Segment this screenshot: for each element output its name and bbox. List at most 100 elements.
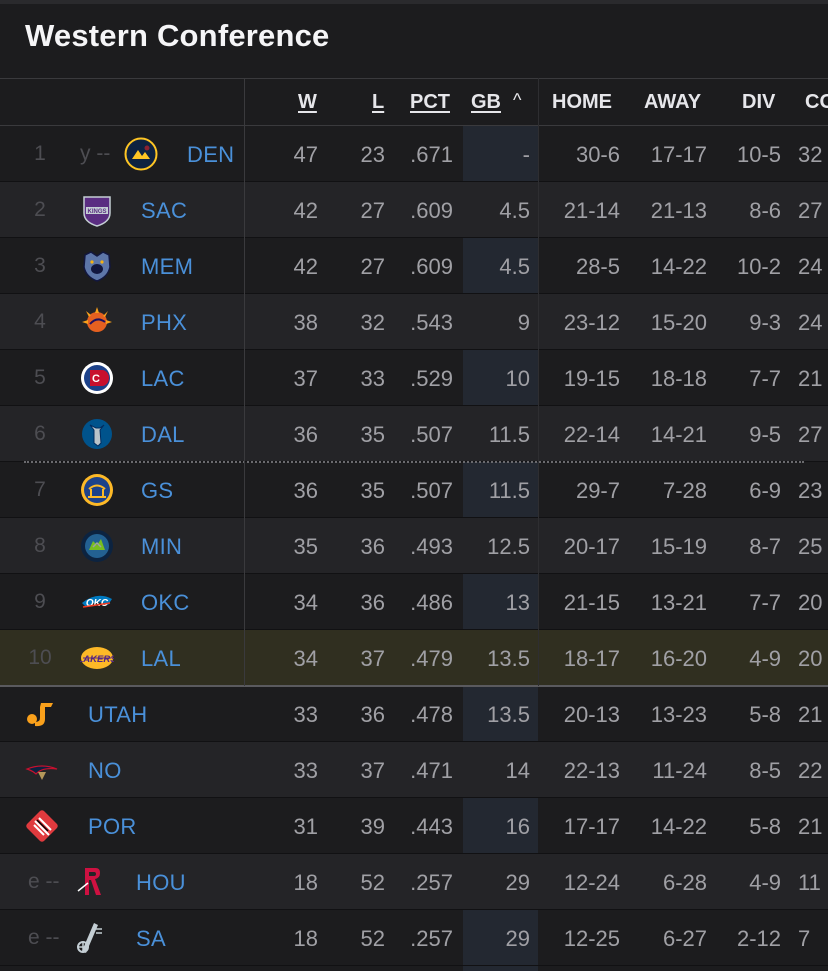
gb-cell: 11.5 [488,478,530,503]
page-title: Western Conference [25,18,330,53]
play-in-cutoff-line [0,685,828,687]
table-row[interactable]: 5 C LAC 37 33 .529 10 19-15 18-18 7-7 21 [0,350,828,406]
column-header-conf[interactable]: CO [805,91,828,114]
table-row[interactable]: e -- HOU 18 52 .257 29 12-24 6-28 4-9 11 [0,854,828,910]
losses-cell: 33 [360,366,385,391]
table-row[interactable]: 6 DAL 36 35 .507 11.5 22-14 14-21 9-5 27 [0,406,828,462]
kings-logo: KINGS [80,193,114,227]
gb-cell: 29 [505,870,530,895]
team-link[interactable]: SA [136,926,166,952]
home-record-cell: 12-25 [563,926,620,951]
column-header-div[interactable]: DIV [742,91,775,114]
column-header-gb[interactable]: GB [471,91,501,114]
home-record-cell: 18-17 [563,646,620,671]
wins-cell: 42 [293,198,318,223]
team-rank: 5 [34,366,46,389]
division-record-cell: 2-12 [736,926,781,951]
wins-cell: 34 [293,590,318,615]
home-record-cell: 22-13 [563,758,620,783]
table-row[interactable]: 7 GS 36 35 .507 11.5 29-7 7-28 6-9 23 [0,462,828,518]
losses-cell: 23 [360,142,385,167]
team-rank: 6 [34,422,46,445]
team-link[interactable]: NO [88,758,122,784]
column-header-l[interactable]: L [372,91,384,114]
table-row[interactable]: 9 OKC OKC 34 36 .486 13 21-15 13-21 7-7 … [0,574,828,630]
team-link[interactable]: DEN [187,142,234,168]
losses-cell: 39 [360,814,385,839]
conference-record-cell: 21 [798,366,823,391]
gb-cell: 10 [505,366,530,391]
team-link[interactable]: OKC [141,590,190,616]
team-link[interactable]: MEM [141,254,193,280]
wins-cell: 35 [293,534,318,559]
conference-record-cell: 24 [798,254,823,279]
column-header-w[interactable]: W [298,91,317,114]
table-row[interactable]: 2 KINGS SAC 42 27 .609 4.5 21-14 21-13 8… [0,182,828,238]
sort-ascending-icon: ^ [513,90,522,110]
table-row[interactable]: 4 PHX 38 32 .543 9 23-12 15-20 9-3 24 [0,294,828,350]
team-link[interactable]: PHX [141,310,187,336]
pct-cell: .529 [410,366,453,391]
pct-cell: .507 [410,478,453,503]
team-link[interactable]: GS [141,478,173,504]
column-header-pct[interactable]: PCT [410,91,450,114]
table-row[interactable]: NO 33 37 .471 14 22-13 11-24 8-5 22 [0,742,828,798]
wins-cell: 31 [293,814,318,839]
table-row[interactable]: 10 LAKERS LAL 34 37 .479 13.5 18-17 16-2… [0,630,828,686]
division-record-cell: 7-7 [749,366,781,391]
pct-cell: .609 [410,198,453,223]
wins-cell: 33 [293,758,318,783]
away-record-cell: 13-23 [650,702,707,727]
trail-blazers-logo [25,809,59,843]
gb-cell: 12.5 [487,534,530,559]
conference-record-cell: 27 [798,422,823,447]
rockets-logo [74,865,108,899]
away-record-cell: 18-18 [650,366,707,391]
losses-cell: 27 [360,254,385,279]
losses-cell: 27 [360,198,385,223]
lakers-logo: LAKERS [77,641,117,675]
jazz-logo [25,697,59,731]
team-link[interactable]: UTAH [88,702,147,728]
table-row[interactable]: 8 MIN 35 36 .493 12.5 20-17 15-19 8-7 25 [0,518,828,574]
team-link[interactable]: DAL [141,422,185,448]
table-row[interactable]: POR 31 39 .443 16 17-17 14-22 5-8 21 [0,798,828,854]
gb-cell: 16 [505,814,530,839]
team-link[interactable]: LAC [141,366,185,392]
wins-cell: 47 [293,142,318,167]
gb-cell: - [522,142,530,167]
team-link[interactable]: SAC [141,198,187,224]
table-row[interactable]: 3 MEM 42 27 .609 4.5 28-5 14-22 10-2 24 [0,238,828,294]
division-record-cell: 8-5 [749,758,781,783]
column-header-away[interactable]: AWAY [644,91,701,114]
column-header-home[interactable]: HOME [552,91,612,114]
team-link[interactable]: MIN [141,534,182,560]
division-record-cell: 8-7 [749,534,781,559]
team-link[interactable]: POR [88,814,137,840]
losses-cell: 36 [360,590,385,615]
away-record-cell: 6-27 [662,926,707,951]
pct-cell: .486 [410,590,453,615]
table-row[interactable]: e -- SA 18 52 .257 29 12-25 6-27 2-12 7 [0,910,828,966]
team-link[interactable]: HOU [136,870,186,896]
gb-cell: 11.5 [488,422,530,447]
home-record-cell: 12-24 [563,870,620,895]
division-record-cell: 9-5 [749,422,781,447]
svg-text:LAKERS: LAKERS [80,654,114,665]
conference-record-cell: 24 [798,310,823,335]
pct-cell: .493 [410,534,453,559]
table-row[interactable]: 1 y -- DEN 47 23 .671 - 30-6 17-17 10-5 … [0,126,828,182]
pct-cell: .543 [410,310,453,335]
svg-text:KINGS: KINGS [87,209,106,215]
mavericks-logo [80,417,114,451]
conference-record-cell: 23 [798,478,823,503]
team-link[interactable]: LAL [141,646,181,672]
losses-cell: 37 [360,646,385,671]
wins-cell: 36 [293,422,318,447]
table-row[interactable]: UTAH 33 36 .478 13.5 20-13 13-23 5-8 21 [0,686,828,742]
nuggets-logo [124,137,158,171]
away-record-cell: 11-24 [652,758,707,783]
away-record-cell: 14-22 [650,254,707,279]
division-record-cell: 9-3 [749,310,781,335]
home-record-cell: 17-17 [563,814,620,839]
